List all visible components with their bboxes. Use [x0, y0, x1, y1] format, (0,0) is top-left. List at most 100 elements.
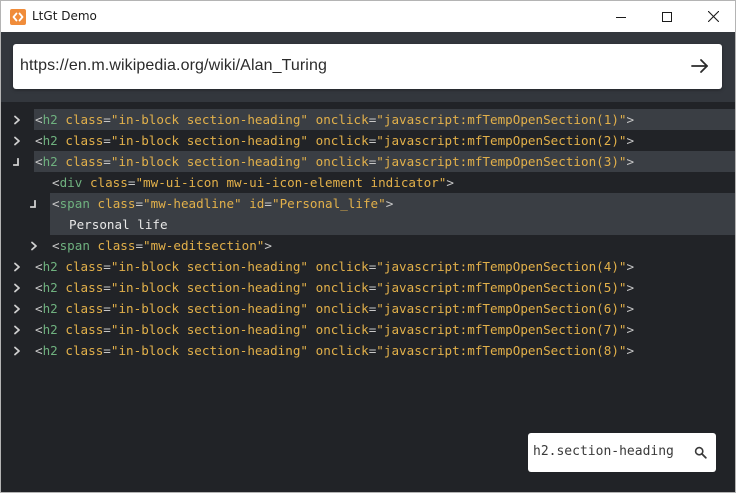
expand-toggle[interactable]	[11, 319, 23, 340]
attr-space	[308, 322, 316, 337]
tag-close-bracket: >	[626, 322, 635, 337]
minimize-icon	[616, 16, 626, 18]
attr-equals: =	[135, 196, 144, 211]
selector-search-input[interactable]: h2.section-heading	[533, 444, 674, 459]
attr-name: class	[65, 133, 104, 148]
magnifier-icon[interactable]	[694, 446, 707, 459]
tag-name: h2	[42, 133, 58, 148]
attr-equals: =	[103, 322, 111, 337]
tag-open-bracket: <	[35, 112, 43, 127]
attr-value: "mw-headline"	[143, 196, 242, 211]
tree-row[interactable]: <div class="mw-ui-icon mw-ui-icon-elemen…	[1, 172, 735, 193]
element-node: <span class="mw-headline" id="Personal_l…	[52, 193, 393, 214]
attr-name: onclick	[315, 259, 369, 274]
attr-value: "javascript:mfTempOpenSection(6)"	[376, 301, 627, 316]
expand-toggle[interactable]	[11, 256, 23, 277]
tree-row[interactable]: <h2 class="in-block section-heading" onc…	[1, 130, 735, 151]
tree-row[interactable]: <h2 class="in-block section-heading" onc…	[1, 256, 735, 277]
element-node: <h2 class="in-block section-heading" onc…	[35, 130, 634, 151]
attr-space	[308, 259, 316, 274]
attr-value: "javascript:mfTempOpenSection(2)"	[376, 133, 627, 148]
tree-row[interactable]: <span class="mw-headline" id="Personal_l…	[1, 193, 735, 214]
url-input[interactable]: https://en.m.wikipedia.org/wiki/Alan_Tur…	[13, 44, 722, 89]
expand-toggle[interactable]	[11, 109, 23, 130]
attr-value: "javascript:mfTempOpenSection(7)"	[376, 322, 627, 337]
tag-close-bracket: >	[385, 196, 394, 211]
go-button[interactable]	[686, 52, 714, 80]
chevron-right-icon	[31, 241, 37, 250]
tag-name: h2	[42, 154, 58, 169]
attr-equals: =	[103, 259, 111, 274]
tree-row[interactable]: <h2 class="in-block section-heading" onc…	[1, 340, 735, 361]
tag-open-bracket: <	[35, 343, 43, 358]
tree-row[interactable]: <h2 class="in-block section-heading" onc…	[1, 298, 735, 319]
arrow-right-icon	[691, 59, 708, 73]
chevron-right-icon	[14, 136, 20, 145]
attr-space	[90, 238, 98, 253]
tag-open-bracket: <	[35, 301, 43, 316]
attr-name: class	[97, 238, 136, 253]
tree-row[interactable]: <h2 class="in-block section-heading" onc…	[1, 109, 735, 130]
attr-space	[308, 280, 316, 295]
attr-value: "javascript:mfTempOpenSection(8)"	[376, 343, 627, 358]
tag-open-bracket: <	[52, 238, 60, 253]
attr-equals: =	[264, 196, 272, 211]
element-node: <h2 class="in-block section-heading" onc…	[35, 319, 634, 340]
element-node: <h2 class="in-block section-heading" onc…	[35, 109, 634, 130]
chevron-right-icon	[14, 283, 20, 292]
tag-open-bracket: <	[35, 154, 43, 169]
url-text[interactable]: https://en.m.wikipedia.org/wiki/Alan_Tur…	[20, 57, 327, 75]
expand-toggle[interactable]	[28, 235, 40, 256]
attr-value: "in-block section-heading"	[110, 343, 309, 358]
attr-equals: =	[103, 133, 111, 148]
chevron-right-icon	[14, 115, 20, 124]
tag-name: h2	[42, 322, 58, 337]
attr-value: "in-block section-heading"	[110, 301, 309, 316]
text-node: Personal life	[69, 214, 168, 235]
maximize-icon	[662, 11, 672, 22]
tree-row[interactable]: <span class="mw-editsection">	[1, 235, 735, 256]
tree-row[interactable]: Personal life	[1, 214, 735, 235]
tag-close-bracket: >	[626, 343, 635, 358]
attr-name: onclick	[315, 133, 369, 148]
attr-name: class	[65, 301, 104, 316]
tag-close-bracket: >	[264, 238, 272, 253]
expand-toggle[interactable]	[11, 298, 23, 319]
url-bar-area: https://en.m.wikipedia.org/wiki/Alan_Tur…	[1, 32, 735, 102]
app-window: LtGt Demo https://en.m.wikipedia.org/wik…	[0, 0, 736, 493]
tree-row[interactable]: <h2 class="in-block section-heading" onc…	[1, 151, 735, 172]
window-title: LtGt Demo	[32, 9, 97, 23]
collapse-toggle[interactable]	[11, 151, 23, 172]
attr-equals: =	[103, 154, 111, 169]
selector-search-box[interactable]: h2.section-heading	[528, 433, 716, 472]
attr-name: onclick	[315, 154, 369, 169]
element-node: <h2 class="in-block section-heading" onc…	[35, 277, 634, 298]
attr-value: "in-block section-heading"	[110, 280, 309, 295]
collapse-toggle[interactable]	[28, 193, 40, 214]
maximize-button[interactable]	[644, 1, 690, 32]
tag-name: h2	[42, 112, 58, 127]
expand-toggle[interactable]	[11, 130, 23, 151]
attr-value: "in-block section-heading"	[110, 322, 309, 337]
attr-name: onclick	[315, 343, 369, 358]
element-node: <div class="mw-ui-icon mw-ui-icon-elemen…	[52, 172, 454, 193]
minimize-button[interactable]	[598, 1, 644, 32]
chevron-right-icon	[14, 262, 20, 271]
expand-toggle[interactable]	[11, 277, 23, 298]
tag-close-bracket: >	[446, 175, 454, 190]
tree-row[interactable]: <h2 class="in-block section-heading" onc…	[1, 319, 735, 340]
tag-name: div	[59, 175, 83, 190]
close-icon	[707, 11, 719, 22]
tree-row[interactable]: <h2 class="in-block section-heading" onc…	[1, 277, 735, 298]
attr-space	[82, 175, 90, 190]
dom-tree: <h2 class="in-block section-heading" onc…	[1, 109, 735, 361]
tag-open-bracket: <	[52, 175, 60, 190]
attr-name: class	[65, 322, 104, 337]
attr-value: "in-block section-heading"	[110, 112, 309, 127]
attr-space	[308, 343, 316, 358]
attr-space	[308, 301, 316, 316]
expand-toggle[interactable]	[11, 340, 23, 361]
close-button[interactable]	[690, 1, 736, 32]
attr-name: class	[65, 259, 104, 274]
attr-name: onclick	[315, 280, 369, 295]
